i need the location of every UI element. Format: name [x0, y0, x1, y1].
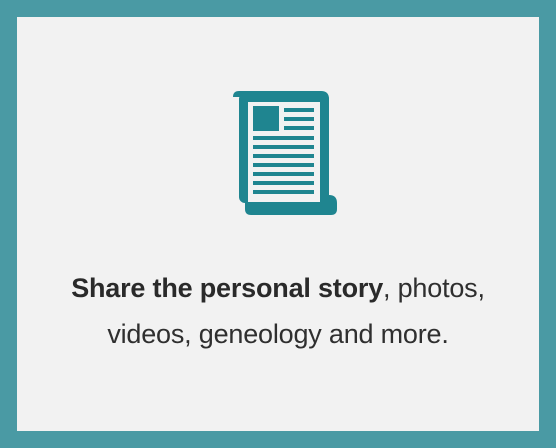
- caption-line-2: videos, geneology and more.: [107, 319, 449, 349]
- feature-caption: Share the personal story, photos, videos…: [17, 265, 539, 357]
- caption-line-1-rest: , photos,: [383, 273, 485, 303]
- caption-line-1: Share the personal story, photos,: [17, 265, 539, 311]
- caption-bold-text: Share the personal story: [71, 273, 384, 303]
- scroll-document-icon: [217, 75, 367, 225]
- feature-card: Share the personal story, photos, videos…: [0, 0, 556, 448]
